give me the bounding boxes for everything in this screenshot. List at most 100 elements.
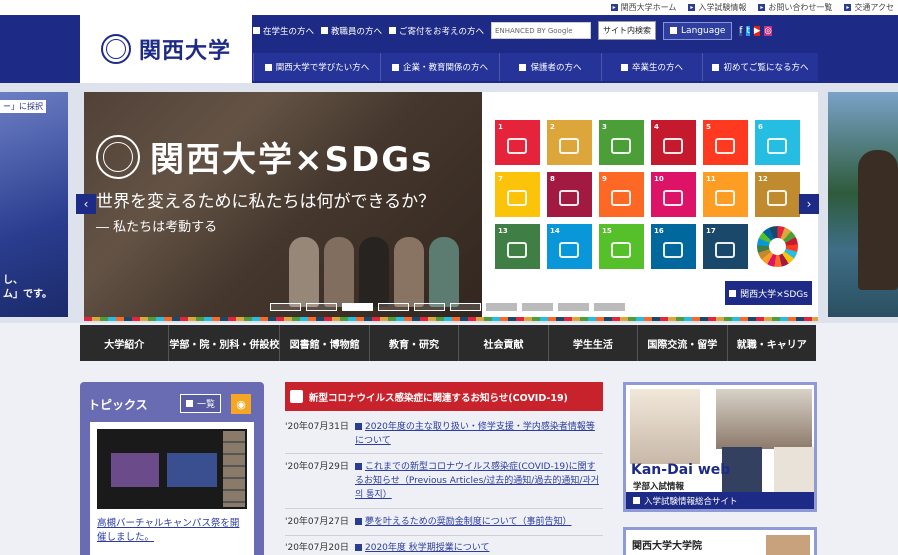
utility-link-contact[interactable]: ▸ お問い合わせ一覧: [758, 2, 832, 13]
instagram-icon[interactable]: ◎: [764, 25, 772, 36]
sdg-goal-tile: 8: [547, 172, 592, 217]
site-header: 関西大学 在学生の方へ 教職員の方へ ご寄付をお考えの方へ ENHANCED B…: [0, 15, 898, 83]
tab-prospective-students[interactable]: 関西大学で学びたい方へ: [253, 53, 380, 81]
sdg-goal-tile: 5: [703, 120, 748, 165]
header-top-links: 在学生の方へ 教職員の方へ ご寄付をお考えの方へ ENHANCED BY Goo…: [253, 21, 772, 40]
news-link[interactable]: 2020年度の主な取り扱い・修学支援・学内感染者情報等について: [355, 420, 600, 448]
sdg-goal-tile: 13: [495, 224, 540, 269]
search-input[interactable]: ENHANCED BY Google: [491, 22, 592, 39]
nav-education-research[interactable]: 教育・研究: [370, 325, 460, 361]
arrow-icon: [633, 497, 640, 504]
tab-parents[interactable]: 保護者の方へ: [499, 53, 601, 81]
slider-dot[interactable]: [306, 303, 337, 311]
news-item: '20年07月20日 2020年度 秋学期授業について: [285, 541, 603, 555]
news-link[interactable]: これまでの新型コロナウイルス感染症(COVID-19)に関するお知らせ（Prev…: [355, 460, 600, 502]
slider-dot-active[interactable]: [342, 303, 373, 311]
hero-slide-sdgs[interactable]: 関西大学×SDGs 世界を変えるために私たちは何ができるか？ ― 私たちは考動す…: [84, 92, 818, 317]
site-search-button[interactable]: サイト内検索: [598, 21, 657, 40]
sdg-goal-tile: 14: [547, 224, 592, 269]
sdg-goal-icon: [559, 190, 579, 206]
link-donations[interactable]: ご寄付をお考えの方へ: [389, 25, 484, 37]
sdg-goal-icon: [715, 190, 735, 206]
sdg-goal-tile: 1: [495, 120, 540, 165]
sdg-goal-icon: [559, 242, 579, 258]
rss-icon[interactable]: ◉: [231, 394, 251, 414]
topic-card[interactable]: 高槻バーチャルキャンパス祭を開催しました。: [90, 422, 254, 555]
megaphone-icon: [290, 390, 303, 403]
previous-slide-peek[interactable]: ー」に採択 し、 ム」です。: [0, 92, 68, 317]
arrow-icon: [712, 63, 720, 71]
nav-library-museum[interactable]: 図書館・博物館: [280, 325, 370, 361]
youtube-icon[interactable]: ▶: [753, 25, 761, 36]
sdg-goal-tile: 15: [599, 224, 644, 269]
graduate-school-banner[interactable]: 関西大学大学院: [623, 527, 817, 555]
slider-prev-button[interactable]: ‹: [76, 194, 96, 214]
sdg-goal-icon: [767, 138, 787, 154]
sdg-goal-tile: 16: [651, 224, 696, 269]
slider-next-button[interactable]: ›: [799, 194, 819, 214]
hero-title: 関西大学×SDGs: [150, 140, 434, 180]
sdg-goal-tile: 7: [495, 172, 540, 217]
topic-image: [97, 429, 247, 509]
tab-first-visit[interactable]: 初めてご覧になる方へ: [702, 53, 818, 81]
slider-dot[interactable]: [594, 303, 625, 311]
topics-list-button[interactable]: 一覧: [180, 394, 222, 413]
nav-student-life[interactable]: 学生生活: [549, 325, 639, 361]
utility-bar: ▸ 関西大学ホーム ▸ 入学試験情報 ▸ お問い合わせ一覧 ▸ 交通アクセ: [0, 0, 898, 15]
arrow-icon: [389, 27, 397, 34]
university-seal-icon: [96, 134, 140, 179]
arrow-icon: [519, 63, 527, 71]
slider-dot[interactable]: [378, 303, 409, 311]
tab-alumni[interactable]: 卒業生の方へ: [601, 53, 702, 81]
news-item: '20年07月29日 これまでの新型コロナウイルス感染症(COVID-19)に関…: [285, 460, 600, 502]
slider-dot[interactable]: [414, 303, 445, 311]
nav-about[interactable]: 大学紹介: [80, 325, 170, 361]
news-link[interactable]: 夢を叶えるための奨励金制度について（事前告知）: [355, 515, 600, 529]
covid-news-header[interactable]: 新型コロナウイルス感染症に関連するお知らせ(COVID-19): [285, 382, 603, 411]
sdg-goal-tile: 12: [755, 172, 800, 217]
arrow-icon: [620, 63, 628, 71]
slider-dot[interactable]: [522, 303, 553, 311]
arrow-icon: [355, 423, 362, 430]
news-link[interactable]: 2020年度 秋学期授業について: [355, 541, 600, 555]
tab-companies[interactable]: 企業・教育関係の方へ: [380, 53, 499, 81]
kandai-link: 入学試験情報総合サイト: [626, 492, 814, 509]
covid-news-panel: 新型コロナウイルス感染症に関連するお知らせ(COVID-19) '20年07月3…: [285, 382, 603, 555]
university-logo[interactable]: 関西大学: [80, 15, 252, 83]
sdg-goal-icon: [715, 242, 735, 258]
topics-title: トピックス: [88, 398, 148, 412]
sdg-goal-icon: [507, 138, 527, 154]
nav-faculties[interactable]: 学部・院・別科・併設校: [169, 325, 281, 361]
link-current-students[interactable]: 在学生の方へ: [253, 25, 314, 37]
arrow-icon: [253, 27, 260, 34]
sdg-goal-icon: [663, 138, 683, 154]
arrow-icon: [355, 518, 362, 525]
graduate-school-title: 関西大学大学院: [632, 541, 702, 552]
slider-dot[interactable]: [270, 303, 301, 311]
arrow-icon: [355, 463, 362, 470]
sdg-goal-tile: 3: [599, 120, 644, 165]
arrow-icon: [729, 289, 737, 297]
kandai-title: Kan-Dai web: [631, 462, 731, 478]
slider-dot[interactable]: [450, 303, 481, 311]
nav-social-contribution[interactable]: 社会貢献: [459, 325, 549, 361]
nav-international[interactable]: 国際交流・留学: [638, 325, 728, 361]
kandai-web-banner[interactable]: Kan-Dai web 学部入試情報 入学試験情報総合サイト: [623, 382, 817, 512]
topic-caption[interactable]: 高槻バーチャルキャンパス祭を開催しました。: [97, 517, 247, 545]
sdg-goal-tile: 9: [599, 172, 644, 217]
arrow-icon: ▸: [844, 4, 852, 11]
slider-dot[interactable]: [486, 303, 517, 311]
sdgs-link-button[interactable]: 関西大学×SDGs: [725, 281, 812, 305]
utility-link-admissions[interactable]: ▸ 入学試験情報: [688, 2, 746, 13]
language-button[interactable]: Language: [663, 21, 733, 40]
twitter-icon[interactable]: t: [746, 25, 750, 36]
slider-dot[interactable]: [558, 303, 589, 311]
hero-tagline: ― 私たちは考動する: [96, 220, 218, 235]
utility-link-access[interactable]: ▸ 交通アクセ: [844, 2, 894, 13]
facebook-icon[interactable]: f: [739, 25, 743, 36]
next-slide-peek[interactable]: [828, 92, 898, 317]
link-faculty-staff[interactable]: 教職員の方へ: [321, 25, 382, 37]
nav-career[interactable]: 就職・キャリア: [728, 325, 816, 361]
utility-link-home[interactable]: ▸ 関西大学ホーム: [610, 2, 676, 13]
arrow-icon: [355, 544, 362, 551]
